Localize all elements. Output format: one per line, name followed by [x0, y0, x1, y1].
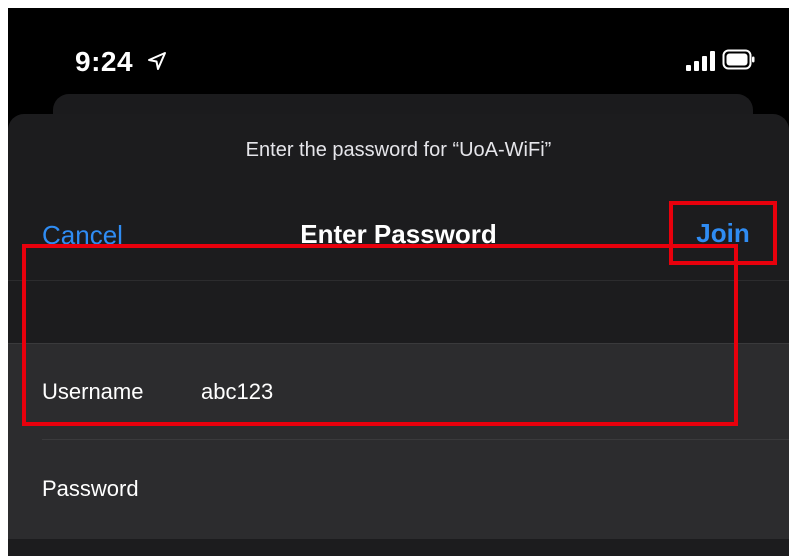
password-prompt: Enter the password for “UoA-WiFi”	[245, 139, 552, 161]
signal-bars-icon	[686, 51, 715, 71]
password-row[interactable]: Password	[8, 440, 789, 536]
password-label: Password	[42, 476, 139, 501]
fields-highlight-box	[22, 244, 738, 426]
phone-screen: 9:24 Enter the password for “UoA-WiFi” C…	[8, 8, 789, 556]
status-time: 9:24	[75, 46, 134, 77]
sheet-bottom-area	[8, 539, 789, 556]
location-arrow-icon	[148, 52, 166, 70]
battery-icon	[722, 49, 755, 70]
